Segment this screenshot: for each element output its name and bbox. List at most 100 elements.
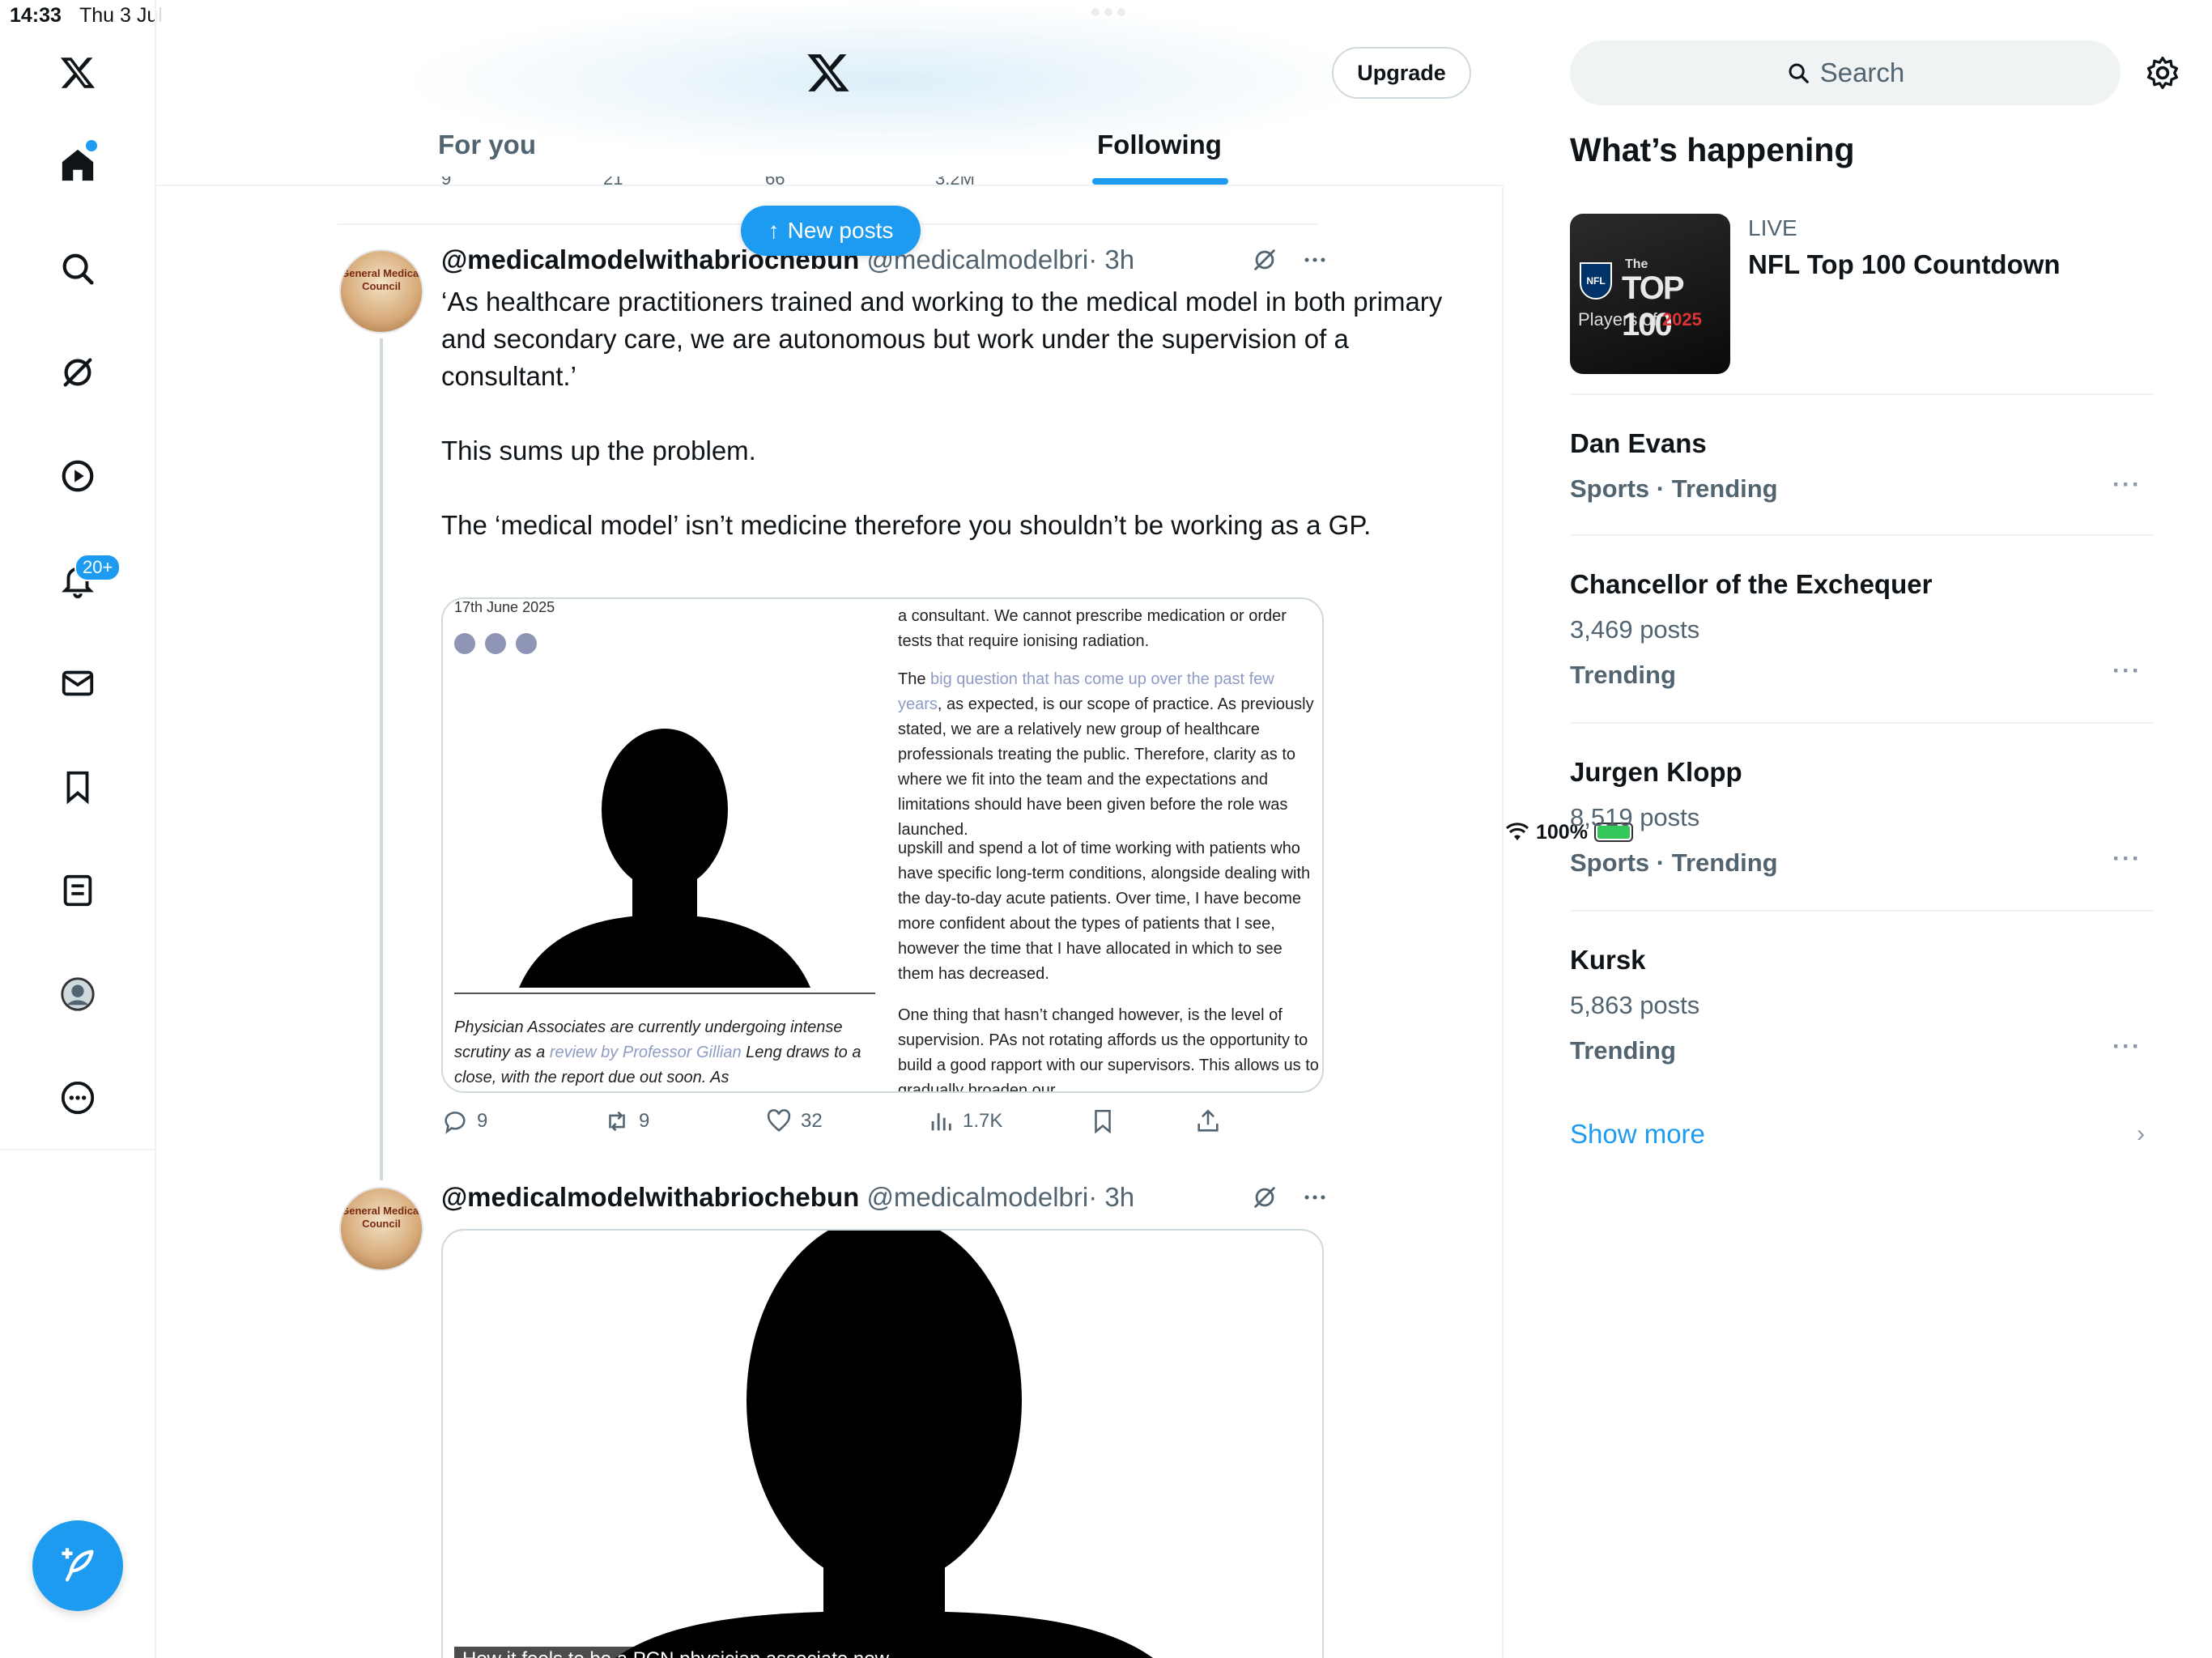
like-count[interactable]: 66 bbox=[765, 176, 785, 189]
share-icon bbox=[1197, 1109, 1219, 1132]
article-right-column: a consultant. We cannot prescribe medica… bbox=[898, 599, 1319, 1093]
trend-item[interactable]: Kursk 5,863 posts Trending ··· bbox=[1570, 944, 2153, 1067]
tweet-media-image[interactable]: 17th June 2025 Physician Associates are … bbox=[441, 597, 1324, 1093]
nav-divider bbox=[0, 1149, 156, 1150]
article-paragraph: One thing that hasn’t changed however, i… bbox=[898, 1006, 1319, 1093]
article-caption: Physician Associates are currently under… bbox=[454, 1018, 861, 1086]
repost-button[interactable]: 9 bbox=[603, 1107, 649, 1135]
trend-posts: 5,863 posts bbox=[1570, 991, 1700, 1019]
silhouette-image bbox=[615, 1231, 1153, 1658]
arrow-up-icon: ↑ bbox=[768, 218, 780, 243]
tweet-media-image[interactable]: How it feels to be a PCN physician assoc… bbox=[441, 1229, 1324, 1658]
grok-icon[interactable] bbox=[1251, 1184, 1278, 1211]
repost-count[interactable]: 21 bbox=[603, 176, 623, 189]
thumb-players: Players of 2025 bbox=[1578, 309, 1702, 329]
trend-item[interactable]: Jurgen Klopp 8,519 posts Sports · Trendi… bbox=[1570, 756, 2153, 879]
messages-envelope-icon[interactable] bbox=[53, 659, 102, 708]
article-left-column: 17th June 2025 Physician Associates are … bbox=[443, 599, 875, 1091]
nfl-logo: NFL bbox=[1580, 262, 1612, 300]
compose-feather-icon bbox=[62, 1548, 94, 1582]
email-icon bbox=[485, 633, 506, 654]
show-more-link[interactable]: Show more bbox=[1570, 1119, 1705, 1150]
more-circle-icon[interactable] bbox=[53, 1073, 102, 1122]
search-icon bbox=[1789, 63, 1809, 83]
reply-button[interactable]: 9 bbox=[441, 1107, 487, 1135]
trend-more-icon[interactable]: ··· bbox=[2112, 845, 2142, 873]
tab-for-you[interactable]: For you bbox=[438, 130, 536, 160]
avatar-text: General Medical Council bbox=[341, 267, 422, 292]
avatar-text: General Medical Council bbox=[341, 1205, 422, 1230]
trend-item[interactable]: Dan Evans Sports · Trending ··· bbox=[1570, 427, 2153, 505]
more-dots-icon[interactable] bbox=[1301, 246, 1329, 274]
profile-avatar-icon[interactable] bbox=[53, 970, 102, 1018]
trend-name: Dan Evans bbox=[1570, 428, 1707, 458]
tweet-action-bar: 9 9 32 1.7K bbox=[441, 1107, 1461, 1140]
trend-more-icon[interactable]: ··· bbox=[2112, 471, 2142, 499]
share-button[interactable] bbox=[1194, 1107, 1222, 1135]
bookmark-button[interactable] bbox=[1089, 1107, 1117, 1135]
x-logo-icon[interactable] bbox=[806, 50, 851, 96]
left-nav: 20+ bbox=[0, 0, 156, 1658]
tweet-time[interactable]: · 3h bbox=[1088, 1182, 1134, 1212]
search-placeholder: Search bbox=[1819, 57, 1905, 87]
x-logo-icon[interactable] bbox=[53, 49, 102, 97]
trend-posts: 8,519 posts bbox=[1570, 803, 1700, 831]
article-share-icons bbox=[454, 633, 537, 654]
new-posts-button[interactable]: ↑ New posts bbox=[741, 206, 921, 256]
reply-count: 9 bbox=[477, 1110, 488, 1132]
thumb-top100: TOP 100 bbox=[1622, 270, 1684, 342]
article-paragraph: The big question that has come up over t… bbox=[898, 670, 1314, 839]
lists-icon[interactable] bbox=[53, 866, 102, 915]
avatar[interactable]: General Medical Council bbox=[339, 249, 423, 334]
reply-count[interactable]: 9 bbox=[441, 176, 451, 189]
article-paragraph: upskill and spend a lot of time working … bbox=[898, 840, 1311, 983]
right-sidebar: Search What’s happening NFL The TOP 100 … bbox=[1505, 0, 2212, 1658]
trend-posts: 3,469 posts bbox=[1570, 615, 1700, 644]
like-count: 32 bbox=[801, 1110, 823, 1132]
compose-post-button[interactable] bbox=[32, 1520, 123, 1611]
settings-gear-icon[interactable] bbox=[2145, 55, 2180, 91]
tweet-text: ‘As healthcare practitioners trained and… bbox=[441, 287, 1443, 540]
views-button[interactable]: 1.7K bbox=[927, 1107, 1002, 1135]
trend-more-icon[interactable]: ··· bbox=[2112, 1033, 2142, 1061]
article-date: 17th June 2025 bbox=[454, 599, 555, 615]
timeline-header: Upgrade For you Following 9 21 66 3.2M bbox=[156, 0, 1504, 189]
live-event-title[interactable]: NFL Top 100 Countdown bbox=[1748, 249, 2061, 280]
grok-icon[interactable] bbox=[1251, 246, 1278, 274]
bookmarks-icon[interactable] bbox=[53, 763, 102, 811]
trend-divider bbox=[1570, 534, 2153, 536]
video-icon[interactable] bbox=[53, 452, 102, 500]
bookmark-icon bbox=[1095, 1109, 1111, 1134]
tweet-time[interactable]: · 3h bbox=[1088, 244, 1134, 274]
repost-count: 9 bbox=[639, 1110, 650, 1132]
trend-divider bbox=[1570, 910, 2153, 912]
trend-name: Kursk bbox=[1570, 945, 1646, 975]
display-name[interactable]: @medicalmodelwithabriochebun bbox=[441, 1182, 859, 1212]
trend-item[interactable]: Chancellor of the Exchequer 3,469 posts … bbox=[1570, 568, 2153, 691]
upgrade-button[interactable]: Upgrade bbox=[1332, 47, 1471, 99]
media-caption: How it feels to be a PCN physician assoc… bbox=[454, 1647, 897, 1658]
trend-divider bbox=[1570, 393, 2153, 395]
more-dots-icon[interactable] bbox=[1301, 1184, 1329, 1211]
article-rule bbox=[454, 993, 875, 994]
silhouette-image bbox=[519, 729, 810, 988]
like-button[interactable]: 32 bbox=[765, 1107, 823, 1135]
chevron-right-icon: › bbox=[2137, 1120, 2145, 1147]
whats-happening-title: What’s happening bbox=[1570, 131, 1855, 168]
trend-more-icon[interactable]: ··· bbox=[2112, 657, 2142, 685]
linkedin-icon bbox=[454, 633, 475, 654]
trend-meta: Sports · Trending bbox=[1570, 848, 1778, 877]
tab-following[interactable]: Following bbox=[1097, 130, 1222, 160]
trend-meta: Sports · Trending bbox=[1570, 474, 1778, 503]
view-count[interactable]: 3.2M bbox=[935, 176, 975, 189]
tweet-header-actions bbox=[1251, 246, 1329, 274]
grok-icon[interactable] bbox=[53, 348, 102, 397]
search-input[interactable]: Search bbox=[1570, 40, 2121, 105]
thread-line bbox=[380, 338, 383, 1180]
avatar[interactable]: General Medical Council bbox=[339, 1187, 423, 1271]
live-label: LIVE bbox=[1748, 215, 1797, 240]
handle[interactable]: @medicalmodelbri bbox=[866, 1182, 1088, 1212]
search-icon[interactable] bbox=[53, 244, 102, 293]
live-event-thumbnail[interactable]: NFL The TOP 100 Players of 2025 bbox=[1570, 214, 1730, 374]
notifications-badge: 20+ bbox=[74, 554, 121, 581]
